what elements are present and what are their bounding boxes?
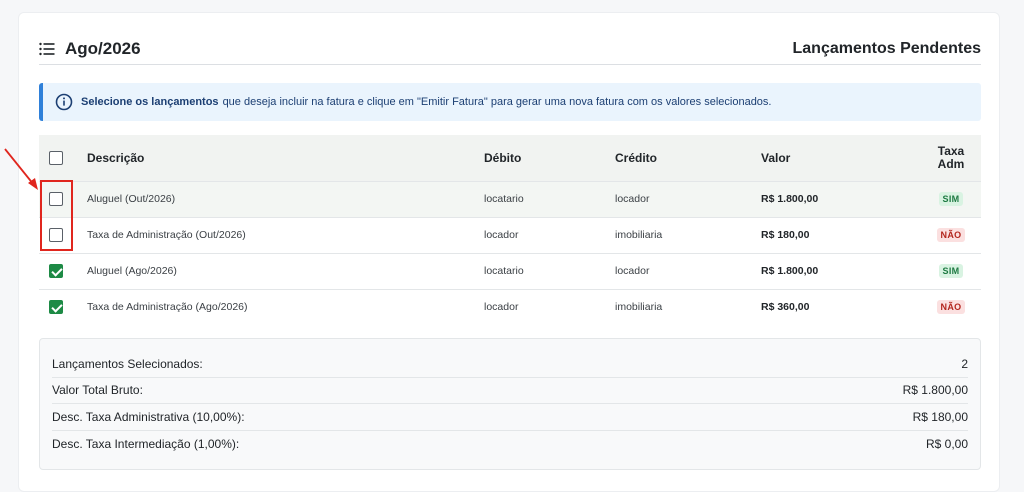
row-checkbox[interactable] [49,300,63,315]
selection-summary: Lançamentos Selecionados: 2 Valor Total … [39,338,981,470]
summary-row: Lançamentos Selecionados: 2 [52,351,968,378]
row-valor: R$ 1.800,00 [761,193,819,205]
summary-value: 2 [961,356,968,371]
taxa-badge: NÃO [936,300,966,315]
row-checkbox[interactable] [49,264,63,278]
row-credito: imobiliaria [615,229,663,241]
row-valor: R$ 1.800,00 [761,265,819,277]
alert-body-text: que deseja incluir na fatura e clique em… [222,96,772,108]
row-descricao: Taxa de Administração (Out/2026) [87,229,246,241]
header-valor: Valor [761,150,791,165]
annotation-highlight-box [40,180,73,251]
summary-label: Desc. Taxa Intermediação (1,00%): [52,436,240,451]
taxa-badge: SIM [938,264,964,278]
summary-label: Valor Total Bruto: [52,383,143,398]
row-check-cell [39,253,87,289]
row-credito: imobiliaria [615,301,663,314]
card-header: Ago/2026 Lançamentos Pendentes [39,33,981,65]
period-title: Ago/2026 [65,39,141,58]
table-row[interactable]: Aluguel (Out/2026) locatario locador R$ … [39,181,981,217]
row-debito: locador [484,301,519,314]
pending-entries-card: Ago/2026 Lançamentos Pendentes Selecione… [18,12,1000,492]
header-credito: Crédito [615,150,657,165]
header-left: Ago/2026 [39,39,141,59]
list-icon [39,42,55,56]
section-title: Lançamentos Pendentes [792,40,982,57]
table-row[interactable]: Aluguel (Ago/2026) locatario locador R$ … [39,253,981,289]
summary-value: R$ 1.800,00 [902,383,968,398]
header-taxa-line1: Taxa [937,143,965,158]
header-taxa-adm: Taxa Adm [921,135,981,181]
header-descricao: Descrição [87,150,145,165]
select-all-checkbox[interactable] [49,151,63,166]
summary-value: R$ 0,00 [925,436,968,451]
row-taxa-cell: SIM [921,181,981,217]
summary-row: Desc. Taxa Intermediação (1,00%): R$ 0,0… [52,431,968,458]
row-valor: R$ 180,00 [761,229,810,241]
alert-bold-text: Selecione os lançamentos [81,96,219,108]
header-taxa-line2: Adm [937,156,965,171]
header-divider [39,64,981,65]
row-valor: R$ 360,00 [761,301,810,314]
summary-row: Valor Total Bruto: R$ 1.800,00 [52,378,968,404]
row-taxa-cell: NÃO [921,217,981,253]
taxa-badge: SIM [938,192,964,206]
row-credito: locador [615,265,650,277]
table-row[interactable]: Taxa de Administração (Out/2026) locador… [39,217,981,253]
row-debito: locatario [484,265,524,277]
alert-text: Selecione os lançamentos que deseja inclu… [81,96,771,108]
row-descricao: Taxa de Administração (Ago/2026) [87,301,248,314]
table-row[interactable]: Taxa de Administração (Ago/2026) locador… [39,289,981,325]
info-alert: Selecione os lançamentos que deseja inclu… [39,83,981,121]
table-header-row: Descrição Débito Crédito Valor Taxa Adm [39,135,981,181]
row-debito: locatario [484,193,524,205]
summary-row: Desc. Taxa Administrativa (10,00%): R$ 1… [52,404,968,431]
row-check-cell [39,289,87,325]
taxa-badge: NÃO [936,228,966,242]
info-icon [55,93,73,111]
summary-label: Desc. Taxa Administrativa (10,00%): [52,409,245,424]
header-debito: Débito [484,150,522,165]
summary-value: R$ 180,00 [912,409,968,424]
row-taxa-cell: SIM [921,253,981,289]
row-debito: locador [484,229,519,241]
row-credito: locador [615,193,650,205]
entries-table: Descrição Débito Crédito Valor Taxa Adm A… [39,135,981,325]
row-descricao: Aluguel (Out/2026) [87,193,176,205]
row-taxa-cell: NÃO [921,289,981,325]
row-descricao: Aluguel (Ago/2026) [87,265,177,277]
summary-label: Lançamentos Selecionados: [52,356,203,371]
